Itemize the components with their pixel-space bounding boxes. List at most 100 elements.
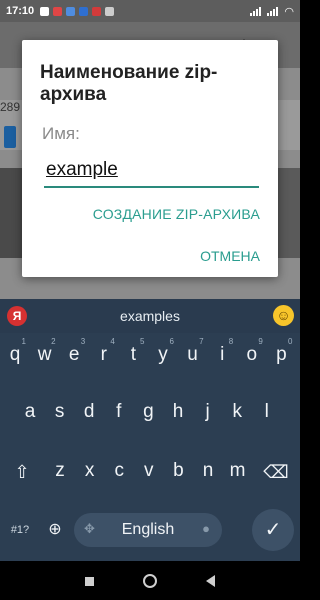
key-s[interactable]: s — [45, 392, 75, 432]
space-key[interactable]: ✥ English ● — [74, 513, 222, 547]
key-label: k — [232, 401, 242, 422]
create-zip-button[interactable]: СОЗДАНИЕ ZIP-АРХИВА — [93, 206, 260, 222]
key-x[interactable]: x — [75, 451, 105, 491]
key-label: l — [264, 401, 269, 422]
key-z[interactable]: z — [45, 451, 75, 491]
status-time: 17:10 — [6, 5, 35, 17]
key-v[interactable]: v — [134, 451, 164, 491]
on-screen-keyboard: Я examples ☺ q1w2e3r4t5y6u7i8o9p0 asdfgh… — [0, 299, 300, 561]
notification-app-icon — [53, 6, 63, 16]
key-label: t — [130, 344, 137, 365]
backspace-key[interactable]: ⌫ — [260, 455, 292, 489]
key-label: g — [143, 401, 154, 422]
key-hint: 6 — [169, 337, 174, 346]
key-label: z — [55, 460, 65, 481]
key-label: n — [202, 460, 214, 481]
zip-name-input[interactable] — [44, 158, 259, 188]
key-hint: 1 — [21, 337, 26, 346]
space-key-label: English — [121, 521, 175, 538]
key-r[interactable]: r4 — [89, 335, 119, 375]
key-hint: 8 — [228, 337, 234, 346]
zip-name-dialog: Наименование zip-архива Имя: СОЗДАНИЕ ZI… — [22, 40, 278, 277]
key-i[interactable]: i8 — [207, 335, 237, 375]
key-label: m — [229, 460, 246, 481]
word-suggestion[interactable]: examples — [0, 308, 300, 324]
key-label: d — [83, 401, 95, 422]
app-partial-number: 289 — [0, 100, 21, 114]
enter-key[interactable]: ✓ — [252, 509, 294, 551]
notification-app-icon — [105, 6, 115, 16]
wifi-icon: ◠ — [284, 5, 294, 18]
key-label: c — [114, 460, 124, 481]
key-l[interactable]: l — [252, 392, 282, 432]
home-icon[interactable] — [140, 571, 160, 591]
key-label: f — [116, 401, 122, 422]
cursor-move-icon: ✥ — [84, 521, 95, 536]
key-hint: 4 — [110, 337, 115, 346]
key-d[interactable]: d — [74, 392, 104, 432]
app-blue-button — [4, 126, 16, 148]
key-label: w — [37, 344, 52, 365]
key-w[interactable]: w2 — [30, 335, 60, 375]
key-t[interactable]: t5 — [118, 335, 148, 375]
key-label: r — [100, 344, 107, 365]
key-e[interactable]: e3 — [59, 335, 89, 375]
key-hint: 9 — [258, 337, 263, 346]
key-n[interactable]: n — [193, 451, 223, 491]
key-j[interactable]: j — [193, 392, 223, 432]
key-q[interactable]: q1 — [0, 335, 30, 375]
key-h[interactable]: h — [163, 392, 193, 432]
navigation-bar — [0, 561, 300, 600]
key-label: q — [9, 344, 21, 365]
notification-icons — [40, 6, 115, 16]
key-f[interactable]: f — [104, 392, 134, 432]
key-b[interactable]: b — [163, 451, 193, 491]
app-content-strip — [0, 168, 22, 258]
key-label: u — [187, 344, 198, 365]
notification-app-icon — [40, 6, 50, 16]
key-label: b — [173, 460, 184, 481]
signal-icon — [267, 6, 279, 16]
notification-app-icon — [79, 6, 89, 16]
key-label: o — [246, 344, 258, 365]
shift-key[interactable]: ⇧ — [6, 455, 38, 489]
key-hint: 2 — [51, 337, 56, 346]
key-c[interactable]: c — [104, 451, 134, 491]
back-icon[interactable] — [200, 571, 220, 591]
key-m[interactable]: m — [223, 451, 253, 491]
key-label: s — [54, 401, 65, 422]
key-u[interactable]: u7 — [178, 335, 208, 375]
emoji-icon[interactable]: ☺ — [273, 305, 294, 326]
status-bar: 17:10 ◠ — [0, 0, 300, 22]
key-label: a — [24, 401, 36, 422]
cancel-button[interactable]: ОТМЕНА — [200, 248, 260, 264]
app-content-strip — [278, 168, 300, 258]
key-label: i — [220, 344, 225, 365]
key-label: h — [172, 401, 184, 422]
suggestion-bar: Я examples ☺ — [0, 299, 300, 333]
key-hint: 3 — [80, 337, 86, 346]
key-p[interactable]: p0 — [266, 335, 296, 375]
microphone-icon: ● — [202, 521, 210, 536]
globe-icon[interactable]: ⊕ — [42, 515, 68, 545]
signal-icon — [250, 6, 262, 16]
key-label: p — [276, 344, 287, 365]
key-label: e — [68, 344, 80, 365]
key-hint: 5 — [139, 337, 145, 346]
key-label: v — [144, 460, 154, 481]
youtube-icon — [92, 6, 102, 16]
key-y[interactable]: y6 — [148, 335, 178, 375]
key-label: j — [205, 401, 210, 422]
key-hint: 7 — [199, 337, 204, 346]
notification-app-icon — [66, 6, 76, 16]
key-k[interactable]: k — [222, 392, 252, 432]
recents-icon[interactable] — [79, 571, 99, 591]
key-label: y — [158, 344, 168, 365]
dialog-title: Наименование zip-архива — [40, 62, 218, 105]
key-label: x — [84, 460, 95, 481]
system-icons: ◠ — [250, 5, 294, 18]
key-o[interactable]: o9 — [237, 335, 267, 375]
key-a[interactable]: a — [15, 392, 45, 432]
symbols-key[interactable]: #1? — [6, 515, 34, 545]
key-g[interactable]: g — [133, 392, 163, 432]
